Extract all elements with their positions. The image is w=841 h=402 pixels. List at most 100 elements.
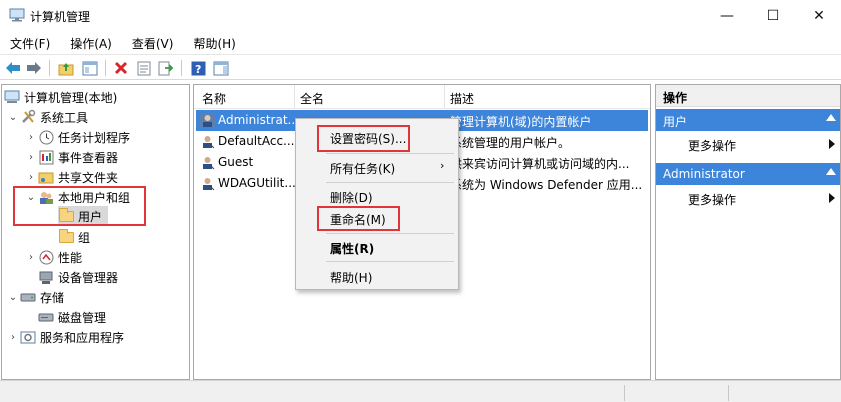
toolbar-separator bbox=[181, 60, 182, 76]
chevron-right-icon[interactable]: › bbox=[24, 132, 38, 143]
tree-item-storage[interactable]: ⌄ 存储 bbox=[6, 287, 64, 307]
chevron-down-icon[interactable]: ⌄ bbox=[24, 192, 38, 203]
menu-action[interactable]: 操作(A) bbox=[60, 32, 122, 53]
chevron-right-icon bbox=[829, 193, 835, 203]
cell-description: 管理计算机(域)的内置帐户 bbox=[450, 115, 592, 129]
users-group-icon bbox=[38, 189, 54, 205]
cell-description: 供来宾访问计算机或访问域的内... bbox=[450, 157, 630, 171]
actions-section-administrator[interactable]: Administrator bbox=[656, 163, 840, 185]
cell-name: Administrat... bbox=[218, 113, 296, 127]
event-viewer-icon bbox=[38, 149, 54, 165]
device-manager-icon bbox=[38, 269, 54, 285]
collapse-up-icon[interactable] bbox=[826, 114, 836, 121]
properties-icon[interactable] bbox=[135, 59, 153, 77]
status-divider bbox=[728, 385, 729, 401]
folder-icon bbox=[58, 207, 74, 224]
chevron-right-icon bbox=[829, 139, 835, 149]
tree-item-task-scheduler[interactable]: › 任务计划程序 bbox=[24, 127, 130, 147]
tree-item-local-users-groups[interactable]: ⌄ 本地用户和组 bbox=[24, 187, 130, 207]
tree-item-device-manager[interactable]: 设备管理器 bbox=[38, 267, 118, 287]
show-hide-tree-icon[interactable] bbox=[81, 59, 99, 77]
help-icon[interactable]: ? bbox=[189, 59, 207, 77]
tree-label: 任务计划程序 bbox=[58, 130, 131, 145]
chevron-right-icon[interactable]: › bbox=[6, 332, 20, 343]
column-header-fullname[interactable]: 全名 bbox=[300, 90, 324, 107]
menu-item-label: 帮助(H) bbox=[330, 271, 373, 285]
chevron-down-icon[interactable]: ⌄ bbox=[6, 112, 20, 123]
cell-name: WDAGUtilit... bbox=[218, 176, 296, 190]
cell-name: DefaultAcc... bbox=[218, 134, 295, 148]
menu-item-help[interactable]: 帮助(H) bbox=[296, 265, 458, 287]
back-icon[interactable] bbox=[4, 59, 22, 77]
menu-item-label: 属性(R) bbox=[330, 242, 375, 256]
more-actions-administrator[interactable]: 更多操作 bbox=[656, 187, 840, 209]
more-actions-label: 更多操作 bbox=[688, 139, 737, 153]
menu-separator bbox=[326, 182, 454, 183]
tree-label: 计算机管理(本地) bbox=[24, 90, 118, 105]
menu-bar: 文件(F) 操作(A) 查看(V) 帮助(H) bbox=[0, 32, 841, 53]
menu-view[interactable]: 查看(V) bbox=[122, 32, 184, 53]
more-actions-users[interactable]: 更多操作 bbox=[656, 133, 840, 155]
tools-icon bbox=[20, 109, 36, 125]
tree-item-groups[interactable]: 组 bbox=[58, 227, 90, 247]
column-divider[interactable] bbox=[444, 85, 445, 109]
column-divider[interactable] bbox=[294, 85, 295, 109]
disk-icon bbox=[38, 309, 54, 325]
tree-label: 设备管理器 bbox=[58, 270, 119, 285]
cell-name: Guest bbox=[218, 155, 254, 169]
menu-item-set-password[interactable]: 设置密码(S)... bbox=[296, 126, 458, 148]
actions-header-label: 操作 bbox=[663, 91, 688, 105]
chevron-down-icon[interactable]: ⌄ bbox=[6, 292, 20, 303]
export-list-icon[interactable] bbox=[157, 59, 175, 77]
actions-pane: 操作 用户 更多操作 Administrator 更多操作 bbox=[655, 84, 841, 380]
close-button[interactable]: ✕ bbox=[796, 0, 841, 32]
maximize-button[interactable]: ☐ bbox=[750, 0, 796, 32]
forward-icon[interactable] bbox=[25, 59, 43, 77]
user-icon bbox=[200, 134, 215, 149]
menu-item-label: 删除(D) bbox=[330, 191, 373, 205]
cell-description: 系统管理的用户帐户。 bbox=[450, 136, 571, 150]
folder-icon bbox=[58, 228, 74, 245]
tree-item-performance[interactable]: › 性能 bbox=[24, 247, 82, 267]
tree-item-disk-management[interactable]: 磁盘管理 bbox=[38, 307, 106, 327]
menu-item-label: 设置密码(S)... bbox=[330, 132, 407, 146]
show-action-pane-icon[interactable] bbox=[212, 59, 230, 77]
up-folder-icon[interactable] bbox=[57, 59, 75, 77]
collapse-up-icon[interactable] bbox=[826, 168, 836, 175]
window-title: 计算机管理 bbox=[30, 10, 91, 24]
menu-item-all-tasks[interactable]: 所有任务(K) › bbox=[296, 156, 458, 178]
computer-management-icon bbox=[4, 89, 20, 105]
shared-folder-icon bbox=[38, 169, 54, 185]
menu-separator bbox=[326, 233, 454, 234]
menu-item-delete[interactable]: 删除(D) bbox=[296, 185, 458, 207]
tree-item-shared-folders[interactable]: › 共享文件夹 bbox=[24, 167, 118, 187]
menu-help[interactable]: 帮助(H) bbox=[183, 32, 245, 53]
actions-section-users[interactable]: 用户 bbox=[656, 109, 840, 131]
delete-icon[interactable] bbox=[112, 59, 130, 77]
menu-item-properties[interactable]: 属性(R) bbox=[296, 236, 458, 258]
minimize-button[interactable]: — bbox=[704, 0, 750, 32]
chevron-right-icon[interactable]: › bbox=[24, 252, 38, 263]
menu-item-rename[interactable]: 重命名(M) bbox=[296, 207, 458, 229]
tree-item-event-viewer[interactable]: › 事件查看器 bbox=[24, 147, 118, 167]
user-icon bbox=[200, 176, 215, 191]
chevron-right-icon[interactable]: › bbox=[24, 152, 38, 163]
menu-item-label: 重命名(M) bbox=[330, 213, 386, 227]
user-icon bbox=[200, 155, 215, 170]
tree-item-users[interactable]: 用户 bbox=[58, 206, 109, 226]
menu-item-label: 所有任务(K) bbox=[330, 162, 396, 176]
tree-item-system-tools[interactable]: ⌄ 系统工具 bbox=[6, 107, 88, 127]
tree-item-root[interactable]: 计算机管理(本地) bbox=[4, 87, 117, 107]
column-header-name[interactable]: 名称 bbox=[202, 90, 226, 107]
console-tree[interactable]: 计算机管理(本地) ⌄ 系统工具 › 任务计划程序 › 事件查看器 › 共享文件… bbox=[1, 84, 190, 380]
tree-item-services-apps[interactable]: › 服务和应用程序 bbox=[6, 327, 124, 347]
menu-file[interactable]: 文件(F) bbox=[0, 32, 60, 53]
list-header: 名称 全名 描述 bbox=[194, 85, 650, 109]
column-header-description[interactable]: 描述 bbox=[450, 90, 474, 107]
chevron-right-icon: › bbox=[440, 159, 445, 172]
context-menu: 设置密码(S)... 所有任务(K) › 删除(D) 重命名(M) 属性(R) … bbox=[295, 118, 459, 290]
tree-label: 磁盘管理 bbox=[58, 310, 107, 325]
chevron-right-icon[interactable]: › bbox=[24, 172, 38, 183]
menu-separator bbox=[326, 153, 454, 154]
cell-description: 系统为 Windows Defender 应用... bbox=[450, 178, 643, 192]
